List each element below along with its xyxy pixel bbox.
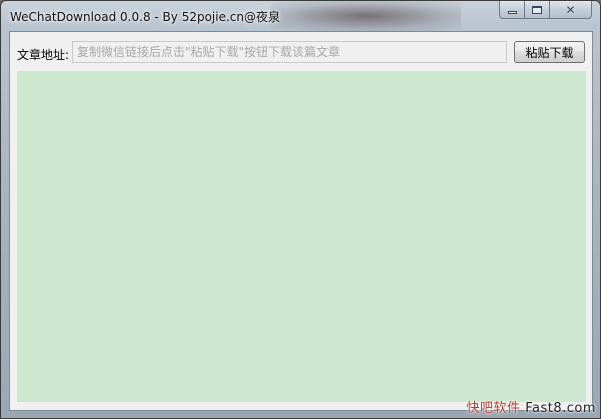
site-watermark: 快吧软件 Fast8.com: [467, 397, 596, 416]
watermark-en: Fast8.com: [525, 401, 596, 416]
titlebar[interactable]: WeChatDownload 0.0.8 - By 52pojie.cn@夜泉 …: [1, 1, 600, 31]
close-icon: ✕: [565, 2, 576, 17]
app-window: WeChatDownload 0.0.8 - By 52pojie.cn@夜泉 …: [0, 0, 601, 419]
minimize-button[interactable]: [499, 1, 525, 19]
maximize-icon: [532, 5, 542, 14]
window-controls: ✕: [499, 1, 592, 20]
client-area: 文章地址: 粘贴下载: [9, 31, 593, 411]
window-title: WeChatDownload 0.0.8 - By 52pojie.cn@夜泉: [10, 10, 280, 24]
minimize-icon: [507, 11, 517, 14]
maximize-button[interactable]: [525, 1, 550, 19]
watermark-cn: 快吧软件: [466, 401, 521, 416]
article-content-area[interactable]: [17, 71, 586, 402]
close-button[interactable]: ✕: [550, 1, 592, 19]
url-label: 文章地址:: [17, 48, 70, 62]
paste-download-button[interactable]: 粘贴下载: [514, 41, 585, 63]
url-input[interactable]: [72, 41, 507, 63]
